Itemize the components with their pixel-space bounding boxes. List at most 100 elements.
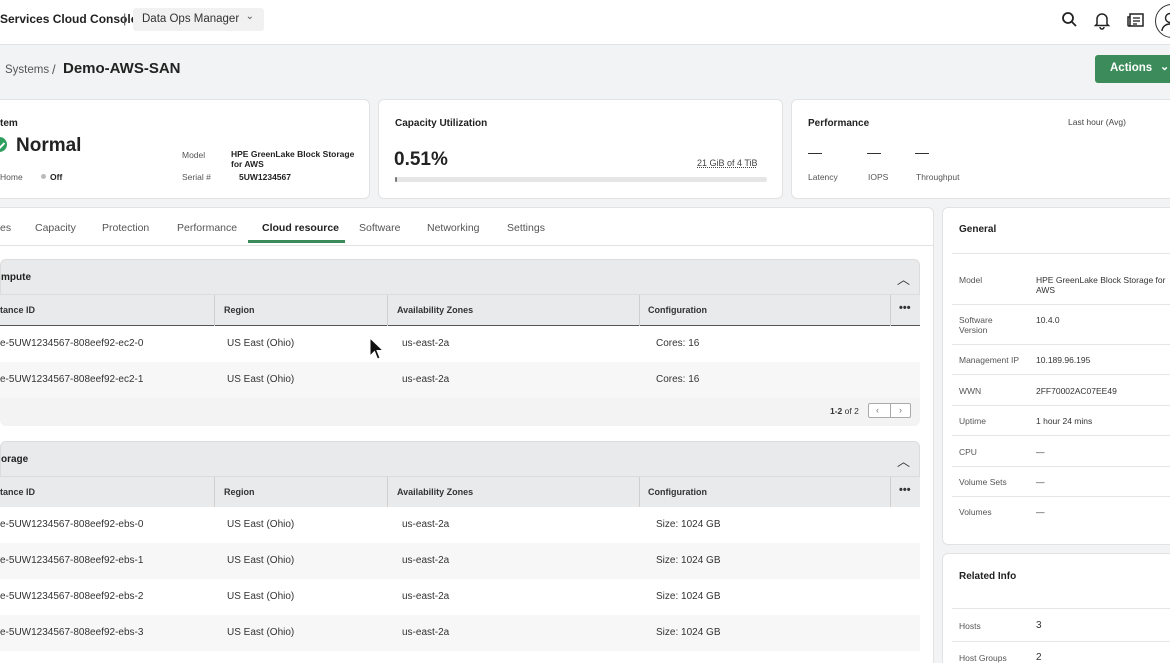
col-divider bbox=[387, 477, 388, 508]
chevron-down-icon: ⌄ bbox=[1160, 61, 1170, 73]
serial-label: Serial # bbox=[182, 172, 211, 182]
col-availability-zones[interactable]: Availability Zones bbox=[397, 305, 473, 315]
active-tab-indicator bbox=[248, 240, 345, 243]
region: US East (Ohio) bbox=[227, 627, 295, 638]
tabs-divider bbox=[0, 245, 933, 246]
chevron-left-icon[interactable]: ‹ bbox=[876, 405, 879, 415]
divider bbox=[952, 641, 1170, 642]
hosts-label: Hosts bbox=[959, 621, 981, 631]
hosts-value[interactable]: 3 bbox=[1036, 621, 1170, 631]
tab-software[interactable]: Software bbox=[359, 222, 400, 234]
latency-label: Latency bbox=[808, 172, 838, 182]
tab-cloud-resource[interactable]: Cloud resource bbox=[262, 222, 339, 234]
host-groups-label: Host Groups bbox=[959, 653, 1007, 663]
instance-id: e-5UW1234567-808eef92-ec2-1 bbox=[0, 374, 144, 385]
divider bbox=[952, 374, 1170, 375]
col-availability-zones[interactable]: Availability Zones bbox=[397, 487, 473, 497]
iops-label: IOPS bbox=[868, 172, 889, 182]
col-region[interactable]: Region bbox=[224, 305, 255, 315]
chevron-up-icon[interactable]: ︿ bbox=[897, 451, 910, 470]
col-divider bbox=[639, 295, 640, 326]
uptime-value: 1 hour 24 mins bbox=[1036, 416, 1093, 426]
more-icon[interactable]: ••• bbox=[899, 302, 911, 314]
tab-protection[interactable]: Protection bbox=[102, 222, 149, 234]
throughput-label: Throughput bbox=[916, 172, 960, 182]
pager-divider bbox=[890, 403, 891, 418]
app-title[interactable]: Services Cloud Console bbox=[0, 12, 137, 26]
divider bbox=[952, 608, 1170, 609]
model-value: HPE GreenLake Block Storage for AWS bbox=[1036, 275, 1166, 295]
performance-title: Performance bbox=[808, 118, 870, 129]
table-row[interactable]: e-5UW1234567-808eef92-ec2-1 US East (Ohi… bbox=[0, 362, 920, 398]
breadcrumb-systems[interactable]: Systems bbox=[5, 64, 49, 76]
general-title: General bbox=[959, 224, 997, 235]
availability-zone: us-east-2a bbox=[402, 627, 450, 638]
region: US East (Ohio) bbox=[227, 338, 295, 349]
iops-value: — bbox=[867, 144, 881, 160]
home-label: Home bbox=[0, 172, 23, 182]
col-region[interactable]: Region bbox=[224, 487, 255, 497]
actions-button[interactable]: Actions ⌄ bbox=[1095, 55, 1170, 83]
table-row[interactable]: e-5UW1234567-808eef92-ebs-3 US East (Ohi… bbox=[0, 615, 920, 651]
configuration: Size: 1024 GB bbox=[656, 627, 721, 638]
top-bar: Services Cloud Console | Data Ops Manage… bbox=[0, 0, 1170, 45]
tab-capacity[interactable]: Capacity bbox=[35, 222, 76, 234]
instance-id: e-5UW1234567-808eef92-ebs-3 bbox=[0, 627, 144, 638]
workspace-select[interactable]: Data Ops Manager ⌄ bbox=[133, 8, 264, 31]
configuration: Size: 1024 GB bbox=[656, 555, 721, 566]
volume-sets-label: Volume Sets bbox=[959, 477, 1007, 487]
tab-settings[interactable]: Settings bbox=[507, 222, 545, 234]
col-configuration[interactable]: Configuration bbox=[648, 487, 707, 497]
table-row[interactable]: e-5UW1234567-808eef92-ebs-2 US East (Ohi… bbox=[0, 579, 920, 615]
host-groups-value[interactable]: 2 bbox=[1036, 653, 1170, 663]
performance-card[interactable] bbox=[791, 99, 1170, 199]
table-row[interactable]: e-5UW1234567-808eef92-ec2-0 US East (Ohi… bbox=[0, 326, 920, 362]
col-divider bbox=[890, 295, 891, 326]
throughput-value: — bbox=[915, 144, 929, 160]
col-instance-id[interactable]: tance ID bbox=[0, 487, 35, 497]
model-value: HPE GreenLake Block Storage for AWS bbox=[231, 149, 355, 169]
workspace-label: Data Ops Manager bbox=[142, 13, 240, 25]
divider bbox=[952, 466, 1170, 467]
storage-table-header: tance ID Region Availability Zones Confi… bbox=[0, 477, 920, 508]
availability-zone: us-east-2a bbox=[402, 555, 450, 566]
col-configuration[interactable]: Configuration bbox=[648, 305, 707, 315]
general-card bbox=[942, 207, 1170, 545]
bell-icon[interactable] bbox=[1092, 10, 1112, 30]
tab-networking[interactable]: Networking bbox=[427, 222, 480, 234]
tab-performance[interactable]: Performance bbox=[177, 222, 237, 234]
more-icon[interactable]: ••• bbox=[899, 484, 911, 496]
col-divider bbox=[387, 295, 388, 326]
configuration: Size: 1024 GB bbox=[656, 591, 721, 602]
news-icon[interactable] bbox=[1126, 10, 1146, 30]
divider bbox=[952, 344, 1170, 345]
actions-label: Actions bbox=[1110, 62, 1153, 74]
table-row[interactable]: e-5UW1234567-808eef92-ebs-0 US East (Ohi… bbox=[0, 507, 920, 543]
chevron-right-icon[interactable]: › bbox=[899, 405, 902, 415]
pagination-range: 1-2 bbox=[830, 406, 843, 416]
compute-pagination: 1-2 of 2 ‹ › bbox=[0, 398, 920, 426]
capacity-used-text: 21 GiB of 4 TiB bbox=[697, 158, 758, 168]
divider bbox=[952, 435, 1170, 436]
col-instance-id[interactable]: tance ID bbox=[0, 305, 35, 315]
pagination-total: of 2 bbox=[844, 406, 859, 416]
management-ip-value: 10.189.96.195 bbox=[1036, 355, 1091, 365]
compute-header[interactable]: mpute ︿ bbox=[0, 259, 920, 295]
search-icon[interactable] bbox=[1060, 10, 1080, 30]
capacity-progress-bar bbox=[395, 177, 767, 182]
instance-id: e-5UW1234567-808eef92-ec2-0 bbox=[0, 338, 144, 349]
table-row[interactable]: e-5UW1234567-808eef92-ebs-1 US East (Ohi… bbox=[0, 543, 920, 579]
wwn-value: 2FF70002AC07EE49 bbox=[1036, 386, 1117, 396]
chevron-up-icon[interactable]: ︿ bbox=[897, 269, 910, 288]
model-label: Model bbox=[182, 150, 206, 160]
storage-header[interactable]: orage ︿ bbox=[0, 441, 920, 477]
capacity-title: Capacity Utilization bbox=[395, 118, 488, 129]
tab-overview[interactable]: es bbox=[0, 222, 11, 234]
user-avatar-icon[interactable] bbox=[1155, 4, 1170, 38]
col-divider bbox=[214, 295, 215, 326]
software-version-value: 10.4.0 bbox=[1036, 315, 1060, 325]
capacity-progress-fill bbox=[395, 177, 397, 182]
model-label: Model bbox=[959, 275, 983, 285]
capacity-percent: 0.51% bbox=[394, 149, 448, 170]
related-info-title: Related Info bbox=[959, 571, 1017, 582]
